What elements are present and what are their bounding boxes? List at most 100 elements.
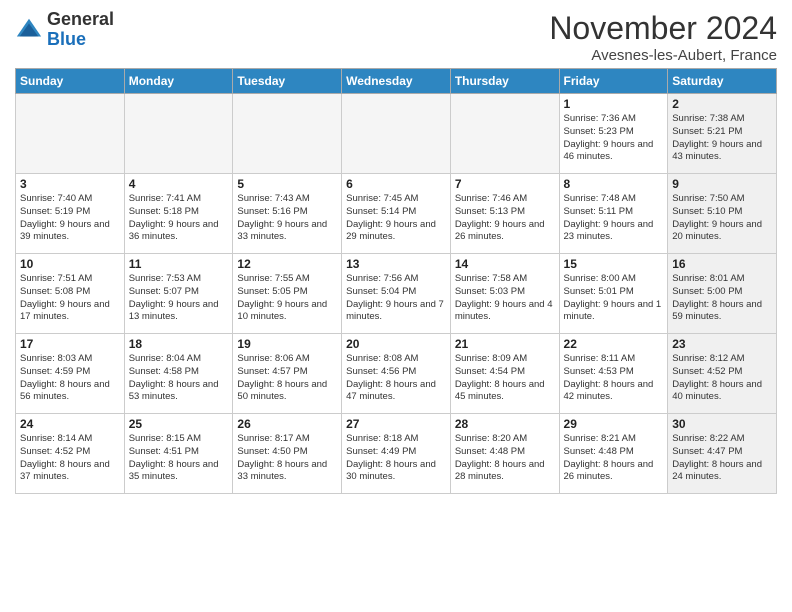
calendar-cell: 24Sunrise: 8:14 AM Sunset: 4:52 PM Dayli… <box>16 414 125 494</box>
day-info: Sunrise: 7:40 AM Sunset: 5:19 PM Dayligh… <box>20 193 120 244</box>
day-info: Sunrise: 8:15 AM Sunset: 4:51 PM Dayligh… <box>129 433 229 484</box>
day-info: Sunrise: 8:03 AM Sunset: 4:59 PM Dayligh… <box>20 353 120 404</box>
day-header-monday: Monday <box>124 69 233 94</box>
calendar-cell: 23 Sunrise: 8:12 AM Sunset: 4:52 PM Dayli… <box>668 334 777 414</box>
day-number: 2 <box>672 97 772 111</box>
calendar-cell: 30 Sunrise: 8:22 AM Sunset: 4:47 PM Dayli… <box>668 414 777 494</box>
calendar-cell: 17 Sunrise: 8:03 AM Sunset: 4:59 PM Dayli… <box>16 334 125 414</box>
day-info: Sunrise: 7:38 AM Sunset: 5:21 PM Dayligh… <box>672 113 772 164</box>
day-info: Sunrise: 7:58 AM Sunset: 5:03 PM Dayligh… <box>455 273 555 324</box>
day-info: Sunrise: 7:36 AM Sunset: 5:23 PM Dayligh… <box>564 113 664 164</box>
calendar-cell <box>233 94 342 174</box>
calendar-cell: 5Sunrise: 7:43 AM Sunset: 5:16 PM Daylig… <box>233 174 342 254</box>
day-number: 20 <box>346 337 446 351</box>
calendar-cell: 9 Sunrise: 7:50 AM Sunset: 5:10 PM Daylig… <box>668 174 777 254</box>
day-number: 1 <box>564 97 664 111</box>
calendar-cell <box>124 94 233 174</box>
day-number: 5 <box>237 177 337 191</box>
calendar-cell: 12Sunrise: 7:55 AM Sunset: 5:05 PM Dayli… <box>233 254 342 334</box>
day-header-wednesday: Wednesday <box>342 69 451 94</box>
day-info: Sunrise: 8:00 AM Sunset: 5:01 PM Dayligh… <box>564 273 664 324</box>
header: General Blue November 2024 Avesnes-les-A… <box>15 10 777 64</box>
calendar-cell: 22 Sunrise: 8:11 AM Sunset: 4:53 PM Dayli… <box>559 334 668 414</box>
day-number: 4 <box>129 177 229 191</box>
day-header-thursday: Thursday <box>450 69 559 94</box>
calendar-cell: 29 Sunrise: 8:21 AM Sunset: 4:48 PM Dayli… <box>559 414 668 494</box>
day-number: 12 <box>237 257 337 271</box>
day-info: Sunrise: 8:21 AM Sunset: 4:48 PM Dayligh… <box>564 433 664 484</box>
day-number: 21 <box>455 337 555 351</box>
day-number: 10 <box>20 257 120 271</box>
calendar-cell: 26 Sunrise: 8:17 AM Sunset: 4:50 PM Dayli… <box>233 414 342 494</box>
calendar-cell: 28 Sunrise: 8:20 AM Sunset: 4:48 PM Dayli… <box>450 414 559 494</box>
calendar-cell: 13 Sunrise: 7:56 AM Sunset: 5:04 PM Dayli… <box>342 254 451 334</box>
day-number: 29 <box>564 417 664 431</box>
logo-icon <box>15 16 43 44</box>
calendar-cell: 27Sunrise: 8:18 AM Sunset: 4:49 PM Dayli… <box>342 414 451 494</box>
day-info: Sunrise: 7:56 AM Sunset: 5:04 PM Dayligh… <box>346 273 446 324</box>
week-row-4: 24Sunrise: 8:14 AM Sunset: 4:52 PM Dayli… <box>16 414 777 494</box>
calendar-cell: 19 Sunrise: 8:06 AM Sunset: 4:57 PM Dayli… <box>233 334 342 414</box>
day-info: Sunrise: 8:09 AM Sunset: 4:54 PM Dayligh… <box>455 353 555 404</box>
week-row-2: 10 Sunrise: 7:51 AM Sunset: 5:08 PM Dayli… <box>16 254 777 334</box>
calendar-cell: 25 Sunrise: 8:15 AM Sunset: 4:51 PM Dayli… <box>124 414 233 494</box>
day-info: Sunrise: 8:22 AM Sunset: 4:47 PM Dayligh… <box>672 433 772 484</box>
day-info: Sunrise: 8:17 AM Sunset: 4:50 PM Dayligh… <box>237 433 337 484</box>
day-number: 26 <box>237 417 337 431</box>
day-number: 6 <box>346 177 446 191</box>
calendar-cell: 3 Sunrise: 7:40 AM Sunset: 5:19 PM Daylig… <box>16 174 125 254</box>
day-number: 9 <box>672 177 772 191</box>
calendar-cell: 21 Sunrise: 8:09 AM Sunset: 4:54 PM Dayli… <box>450 334 559 414</box>
day-number: 18 <box>129 337 229 351</box>
day-info: Sunrise: 8:20 AM Sunset: 4:48 PM Dayligh… <box>455 433 555 484</box>
day-info: Sunrise: 7:46 AM Sunset: 5:13 PM Dayligh… <box>455 193 555 244</box>
day-info: Sunrise: 7:48 AM Sunset: 5:11 PM Dayligh… <box>564 193 664 244</box>
calendar-cell: 6Sunrise: 7:45 AM Sunset: 5:14 PM Daylig… <box>342 174 451 254</box>
day-number: 28 <box>455 417 555 431</box>
day-info: Sunrise: 8:04 AM Sunset: 4:58 PM Dayligh… <box>129 353 229 404</box>
location: Avesnes-les-Aubert, France <box>549 47 777 64</box>
day-header-tuesday: Tuesday <box>233 69 342 94</box>
calendar-cell: 14 Sunrise: 7:58 AM Sunset: 5:03 PM Dayli… <box>450 254 559 334</box>
week-row-3: 17 Sunrise: 8:03 AM Sunset: 4:59 PM Dayli… <box>16 334 777 414</box>
day-header-saturday: Saturday <box>668 69 777 94</box>
day-number: 7 <box>455 177 555 191</box>
calendar-cell: 10 Sunrise: 7:51 AM Sunset: 5:08 PM Dayli… <box>16 254 125 334</box>
day-number: 23 <box>672 337 772 351</box>
day-info: Sunrise: 8:12 AM Sunset: 4:52 PM Dayligh… <box>672 353 772 404</box>
logo-general: General <box>47 9 114 29</box>
day-number: 11 <box>129 257 229 271</box>
day-info: Sunrise: 7:50 AM Sunset: 5:10 PM Dayligh… <box>672 193 772 244</box>
day-info: Sunrise: 7:53 AM Sunset: 5:07 PM Dayligh… <box>129 273 229 324</box>
day-number: 22 <box>564 337 664 351</box>
main-container: General Blue November 2024 Avesnes-les-A… <box>0 0 792 504</box>
calendar-cell: 4 Sunrise: 7:41 AM Sunset: 5:18 PM Daylig… <box>124 174 233 254</box>
day-header-sunday: Sunday <box>16 69 125 94</box>
calendar-cell <box>342 94 451 174</box>
day-number: 17 <box>20 337 120 351</box>
day-number: 30 <box>672 417 772 431</box>
day-info: Sunrise: 7:41 AM Sunset: 5:18 PM Dayligh… <box>129 193 229 244</box>
week-row-1: 3 Sunrise: 7:40 AM Sunset: 5:19 PM Daylig… <box>16 174 777 254</box>
day-info: Sunrise: 8:06 AM Sunset: 4:57 PM Dayligh… <box>237 353 337 404</box>
calendar-cell: 20Sunrise: 8:08 AM Sunset: 4:56 PM Dayli… <box>342 334 451 414</box>
day-number: 13 <box>346 257 446 271</box>
calendar-cell: 11 Sunrise: 7:53 AM Sunset: 5:07 PM Dayli… <box>124 254 233 334</box>
logo-blue: Blue <box>47 29 86 49</box>
title-block: November 2024 Avesnes-les-Aubert, France <box>549 10 777 64</box>
day-number: 25 <box>129 417 229 431</box>
month-title: November 2024 <box>549 10 777 47</box>
day-info: Sunrise: 7:51 AM Sunset: 5:08 PM Dayligh… <box>20 273 120 324</box>
day-number: 19 <box>237 337 337 351</box>
day-number: 15 <box>564 257 664 271</box>
day-number: 27 <box>346 417 446 431</box>
day-number: 14 <box>455 257 555 271</box>
day-number: 3 <box>20 177 120 191</box>
logo: General Blue <box>15 10 114 50</box>
day-info: Sunrise: 8:11 AM Sunset: 4:53 PM Dayligh… <box>564 353 664 404</box>
day-number: 24 <box>20 417 120 431</box>
week-row-0: 1 Sunrise: 7:36 AM Sunset: 5:23 PM Daylig… <box>16 94 777 174</box>
calendar-cell: 2 Sunrise: 7:38 AM Sunset: 5:21 PM Daylig… <box>668 94 777 174</box>
header-row: SundayMondayTuesdayWednesdayThursdayFrid… <box>16 69 777 94</box>
day-number: 16 <box>672 257 772 271</box>
